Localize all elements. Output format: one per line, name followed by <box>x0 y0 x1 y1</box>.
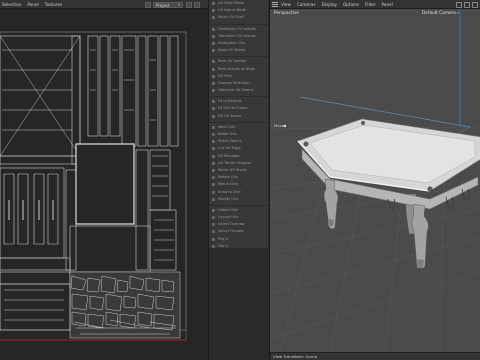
uv-tool-item[interactable]: Unfold UVs <box>209 207 268 214</box>
uv-tool-item[interactable]: Break UVs <box>209 131 268 138</box>
uv-tool-item[interactable]: Match Grid <box>209 181 268 188</box>
uv-tool-item[interactable]: UV Peel <box>209 73 268 80</box>
project-dropdown-label: Project <box>156 2 170 8</box>
uv-tool-item[interactable]: Rotate UVs <box>209 174 268 181</box>
checker-toggle-icon[interactable] <box>194 1 200 8</box>
vp-menu-item-cameras[interactable]: Cameras <box>297 2 316 7</box>
uv-tools-separator <box>209 54 268 58</box>
uv-tool-item[interactable]: Align UV Points <box>209 47 268 54</box>
viewport-menubar: View Cameras Display Options Filter Pane… <box>270 0 480 9</box>
uv-tool-item[interactable]: Optimize UV Seams <box>209 87 268 94</box>
uv-tool-item[interactable]: Fill UV Space <box>209 113 268 120</box>
uv-tools-list: UV Shell Mode UV Island Mode Relax UV Shel… <box>208 0 268 256</box>
panel-menu-icon[interactable] <box>272 2 278 7</box>
viewport-view-label: Perspective <box>274 11 299 16</box>
uv-tools-separator <box>209 22 268 25</box>
uv-tool-item[interactable]: UV Terrain Mapper <box>209 160 268 167</box>
uv-tools-separator <box>209 120 268 123</box>
uv-tool-item[interactable]: Distribute UV Islands <box>209 26 268 33</box>
uv-tool-item[interactable]: UV Island Mode <box>209 7 268 14</box>
viewport-canvas[interactable] <box>270 9 480 352</box>
uv-tools-separator <box>209 203 268 206</box>
maximize-icon[interactable] <box>472 1 478 8</box>
viewport-nav-icons <box>456 1 478 8</box>
camera-selector-label: Default Camera <box>422 11 456 16</box>
vp-menu-item-filter[interactable]: Filter <box>365 2 375 7</box>
pan-icon[interactable] <box>456 1 462 8</box>
uv-tool-item[interactable]: Fit to Bounds <box>209 98 268 105</box>
uv-tool-item[interactable]: Select Overlap <box>209 221 268 228</box>
uv-tool-item[interactable]: Cut UV Edge <box>209 145 268 152</box>
uv-tool-item[interactable]: Flip U <box>209 236 268 243</box>
uv-tool-item[interactable]: Pack UV Islands <box>209 58 268 65</box>
uv-tool-item[interactable]: Snap to Grid <box>209 189 268 196</box>
uv-menu-item-textures[interactable]: Textures <box>45 2 63 7</box>
uv-tool-item[interactable]: Mirror UV Shells <box>209 167 268 174</box>
uv-menu-item-panel[interactable]: Panel <box>27 2 38 7</box>
chevron-down-icon: ▾ <box>178 2 180 7</box>
viewport-status-bar: View Transform: Scene <box>270 352 480 360</box>
vp-menu-item-view[interactable]: View <box>281 2 291 7</box>
uv-tool-item[interactable]: Fit UVs to Frame <box>209 105 268 112</box>
uv-tool-item[interactable]: Transform UV Islands <box>209 33 268 40</box>
vp-menu-item-display[interactable]: Display <box>322 2 337 7</box>
uv-canvas[interactable] <box>0 10 208 360</box>
uv-tool-item[interactable]: Unwrap Selection <box>209 80 268 87</box>
uv-tool-item[interactable]: Layout UVs <box>209 214 268 221</box>
uv-tool-item[interactable]: Weld UVs <box>209 124 268 131</box>
camera-selector[interactable]: Default Camera▾ <box>422 11 459 16</box>
uv-tools-separator <box>209 94 268 98</box>
uv-editor-panel: Selection Panel Textures Project ▾ <box>0 0 208 360</box>
viewport-panel: View Cameras Display Options Filter Pane… <box>269 0 480 360</box>
grid-toggle-icon[interactable] <box>186 1 192 8</box>
uv-tool-item[interactable]: Stitch Seams <box>209 138 268 145</box>
uv-menu-item-selection[interactable]: Selection <box>2 2 21 7</box>
lock-icon[interactable] <box>145 1 151 8</box>
uv-tool-item[interactable]: Relax UV Shell <box>209 14 268 21</box>
uv-tool-item[interactable]: Straighten UVs <box>209 40 268 47</box>
uv-tool-item[interactable]: Rectify UVs <box>209 196 268 203</box>
vp-menu-item-options[interactable]: Options <box>343 2 359 7</box>
project-dropdown[interactable]: Project ▾ <box>153 1 183 8</box>
move-tool-label: Move <box>274 123 285 128</box>
chevron-down-icon: ▾ <box>456 11 459 15</box>
uv-tool-item[interactable]: Select Flipped <box>209 228 268 235</box>
uv-tools-empty-area <box>208 248 268 360</box>
orbit-icon[interactable] <box>464 1 470 8</box>
vp-menu-item-panel[interactable]: Panel <box>382 2 393 7</box>
uv-tool-item[interactable]: UV Shell Mode <box>209 0 268 7</box>
uv-tool-item[interactable]: UV Manager <box>209 153 268 160</box>
uv-tool-item[interactable]: Pack Islands to Atlas <box>209 66 268 73</box>
